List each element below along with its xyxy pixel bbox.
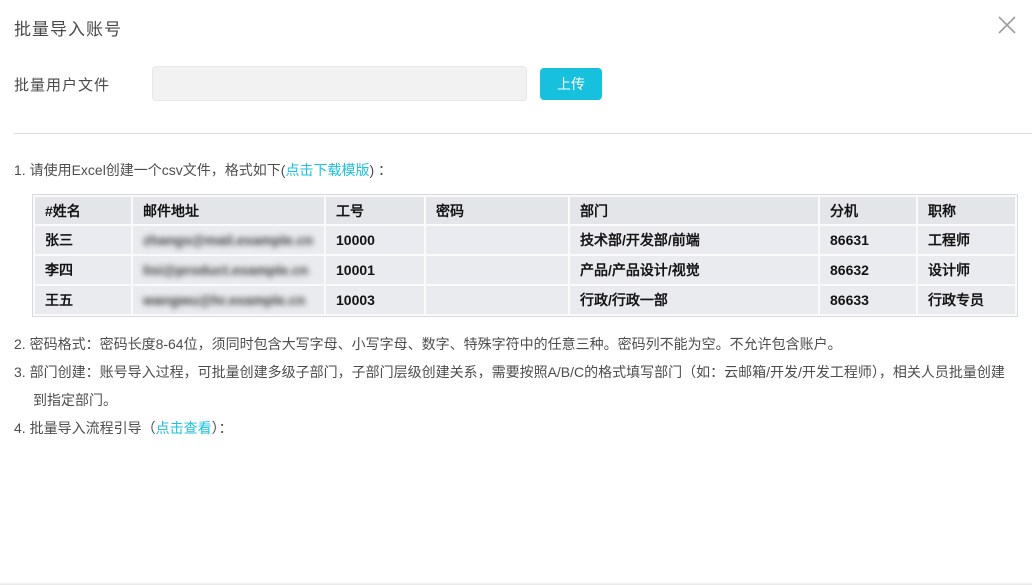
- department-cell: 产品/产品设计/视觉: [570, 256, 818, 284]
- batch-import-dialog: 批量导入账号 批量用户文件 上传 1. 请使用Excel创建一个csv文件，格式…: [0, 0, 1032, 585]
- close-icon: [996, 14, 1018, 36]
- batch-file-input[interactable]: [152, 66, 527, 101]
- upload-button[interactable]: 上传: [540, 68, 602, 100]
- job-title-cell: 设计师: [918, 256, 1015, 284]
- col-header-title: 职称: [918, 197, 1015, 224]
- employee-id-cell: 10000: [326, 226, 424, 254]
- col-header-extension: 分机: [820, 197, 916, 224]
- view-guide-link[interactable]: 点击查看: [156, 420, 212, 436]
- file-field-label: 批量用户文件: [14, 74, 110, 95]
- name-cell: 李四: [35, 256, 131, 284]
- header-divider: [14, 133, 1032, 134]
- table-row: 张三 zhangs@mail.example.cn 10000 技术部/开发部/…: [35, 226, 1015, 254]
- email-cell-redacted: wangwu@hr.example.cn: [133, 286, 324, 314]
- col-header-email: 邮件地址: [133, 197, 324, 224]
- col-header-password: 密码: [426, 197, 568, 224]
- department-cell: 技术部/开发部/前端: [570, 226, 818, 254]
- col-header-name: #姓名: [35, 197, 131, 224]
- table-row: 李四 lisi@product.example.cn 10001 产品/产品设计…: [35, 256, 1015, 284]
- col-header-department: 部门: [570, 197, 818, 224]
- job-title-cell: 行政专员: [918, 286, 1015, 314]
- instruction-2: 2. 密码格式：密码长度8-64位，须同时包含大写字母、小写字母、数字、特殊字符…: [14, 330, 1018, 358]
- email-cell-redacted: lisi@product.example.cn: [133, 256, 324, 284]
- email-cell-redacted: zhangs@mail.example.cn: [133, 226, 324, 254]
- instruction-4-text: 4. 批量导入流程引导（: [14, 420, 156, 436]
- instruction-1-text: 1. 请使用Excel创建一个csv文件，格式如下(: [14, 162, 285, 178]
- csv-format-example: #姓名 邮件地址 工号 密码 部门 分机 职称 张三 zhangs@mail.e…: [32, 194, 1018, 317]
- instruction-1: 1. 请使用Excel创建一个csv文件，格式如下(点击下载模版) ：: [14, 156, 1018, 184]
- password-cell: [426, 286, 568, 314]
- extension-cell: 86632: [820, 256, 916, 284]
- job-title-cell: 工程师: [918, 226, 1015, 254]
- csv-example-table: #姓名 邮件地址 工号 密码 部门 分机 职称 张三 zhangs@mail.e…: [32, 194, 1018, 317]
- close-button[interactable]: [992, 10, 1022, 40]
- table-row: 王五 wangwu@hr.example.cn 10003 行政/行政一部 86…: [35, 286, 1015, 314]
- col-header-employee-id: 工号: [326, 197, 424, 224]
- instruction-4: 4. 批量导入流程引导（点击查看）：: [14, 414, 1018, 442]
- table-header-row: #姓名 邮件地址 工号 密码 部门 分机 职称: [35, 197, 1015, 224]
- name-cell: 王五: [35, 286, 131, 314]
- download-template-link[interactable]: 点击下载模版: [285, 162, 369, 178]
- instruction-1-suffix: ) ：: [369, 162, 392, 178]
- name-cell: 张三: [35, 226, 131, 254]
- employee-id-cell: 10001: [326, 256, 424, 284]
- instructions-list: 1. 请使用Excel创建一个csv文件，格式如下(点击下载模版) ： #姓名 …: [14, 156, 1018, 442]
- extension-cell: 86631: [820, 226, 916, 254]
- password-cell: [426, 226, 568, 254]
- instruction-3: 3. 部门创建：账号导入过程，可批量创建多级子部门，子部门层级创建关系，需要按照…: [14, 358, 1018, 414]
- employee-id-cell: 10003: [326, 286, 424, 314]
- extension-cell: 86633: [820, 286, 916, 314]
- password-cell: [426, 256, 568, 284]
- dialog-title: 批量导入账号: [14, 15, 122, 40]
- instruction-4-suffix: ）：: [212, 420, 233, 436]
- department-cell: 行政/行政一部: [570, 286, 818, 314]
